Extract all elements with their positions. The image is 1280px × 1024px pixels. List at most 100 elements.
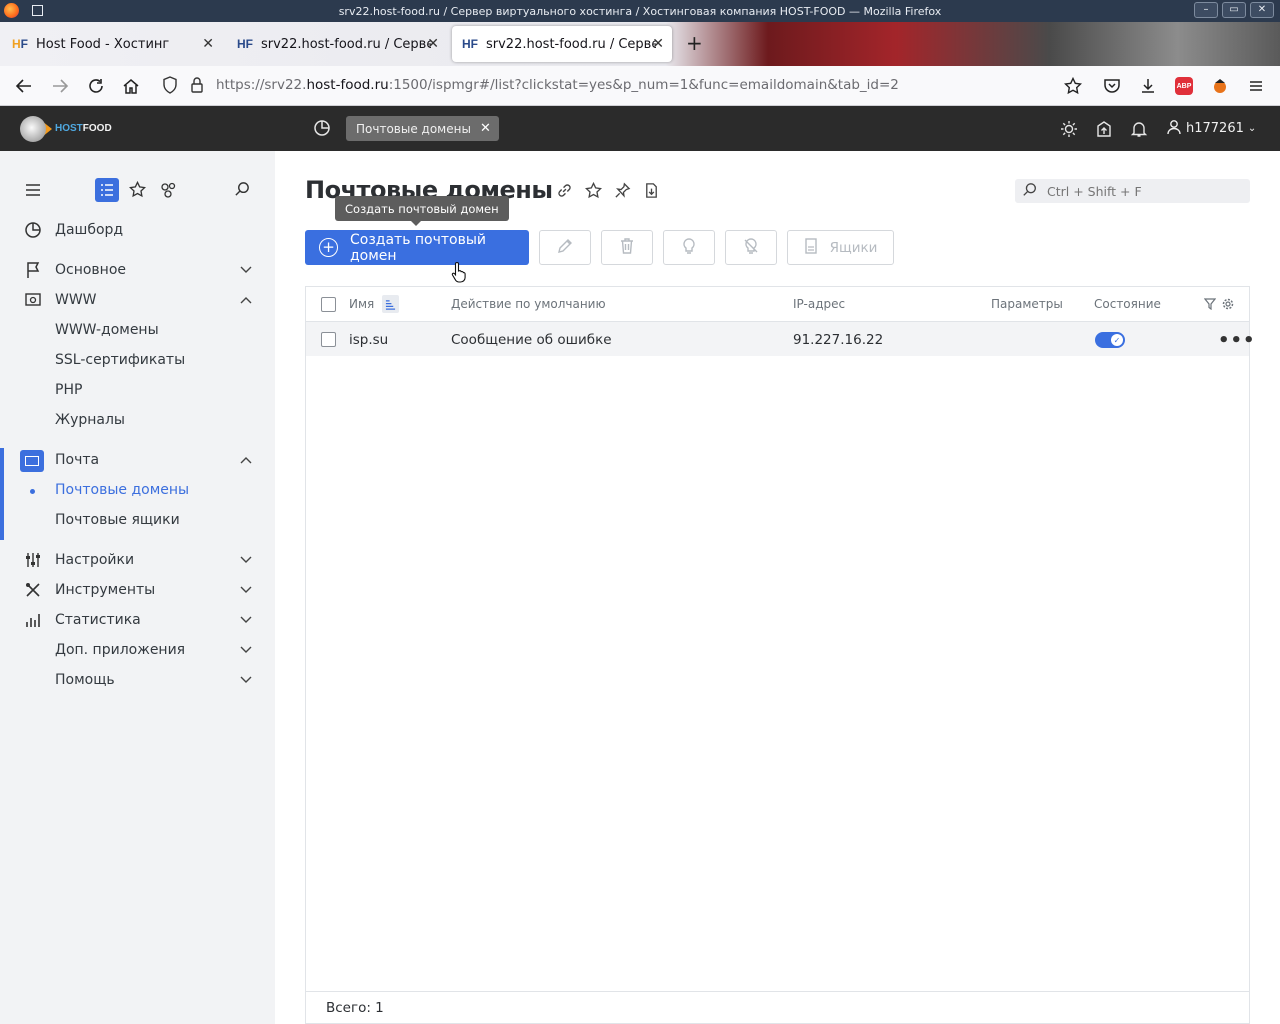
sidebar-item-tools[interactable]: Инструменты [0,575,275,605]
sidebar-subitem-mailboxes[interactable]: Почтовые ящики [55,505,180,535]
hamburger-menu-icon[interactable] [24,181,42,203]
notifications-bell-icon[interactable] [1130,106,1148,151]
maximize-button[interactable]: ▭ [1222,2,1246,18]
edit-button[interactable] [539,230,591,265]
cell-action: Сообщение об ошибке [451,331,612,348]
sidebar-item-statistics[interactable]: Статистика [0,605,275,635]
hostfood-favicon-icon: HF [12,37,29,51]
browser-tab[interactable]: HF srv22.host-food.ru / Сервер ✕ [227,26,447,62]
column-header-state[interactable]: Состояние [1094,287,1161,321]
row-checkbox[interactable] [321,332,336,347]
sidebar-item-help[interactable]: Помощь [0,665,275,695]
tracking-shield-icon[interactable] [162,76,178,98]
sidebar-item-mail[interactable]: Почта [0,445,275,475]
trash-icon [618,237,636,259]
disable-button[interactable] [725,230,777,265]
export-icon[interactable] [643,182,660,203]
column-header-params[interactable]: Параметры [991,287,1063,321]
enable-button[interactable] [663,230,715,265]
sidebar-item-extra-apps[interactable]: Доп. приложения [0,635,275,665]
pin-icon[interactable] [614,182,631,203]
lightbulb-off-icon [742,237,760,259]
sidebar-item-dashboard[interactable]: Дашборд [0,215,275,245]
url-bar[interactable]: https://srv22.host-food.ru:1500/ispmgr#/… [156,71,1096,101]
column-header-ip[interactable]: IP-адрес [793,287,845,321]
tab-close-icon[interactable]: ✕ [427,36,439,52]
hostfood-logo[interactable]: HOSTFOOD [20,116,112,142]
back-icon[interactable] [13,75,35,97]
column-header-name[interactable]: Имя [349,287,400,321]
sidebar-subitem-logs[interactable]: Журналы [55,405,125,435]
mailboxes-button[interactable]: Ящики [787,230,894,265]
reload-icon[interactable] [85,75,107,97]
pocket-icon[interactable] [1101,75,1123,97]
logo-disc-icon [20,116,46,142]
row-more-menu-icon[interactable]: ••• [1218,330,1256,351]
sliders-icon [22,549,44,571]
sidebar-subitem-ssl[interactable]: SSL-сертификаты [55,345,185,375]
chevron-down-icon [240,674,252,687]
minimize-button[interactable]: – [1194,2,1218,18]
bookmark-star-icon[interactable] [1062,75,1084,97]
lock-icon[interactable] [190,76,204,98]
sidebar-subitem-www-domains[interactable]: WWW-домены [55,315,159,345]
link-icon[interactable] [556,182,573,203]
sidebar-subitem-mail-domains[interactable]: Почтовые домены [55,475,189,505]
search-icon[interactable] [234,181,251,202]
sidebar-subitem-php[interactable]: PHP [55,375,82,405]
sidebar-item-settings[interactable]: Настройки [0,545,275,575]
user-menu[interactable]: h177261 ⌄ [1166,106,1256,151]
upload-icon[interactable] [1095,106,1113,151]
search-box[interactable] [1015,179,1250,203]
theme-sun-icon[interactable] [1060,106,1078,151]
new-tab-button[interactable]: + [686,31,703,55]
sort-icon[interactable] [382,295,400,313]
tab-close-icon[interactable]: ✕ [202,36,214,52]
hostfood-favicon-icon: HF [462,37,478,51]
active-dot [30,489,35,494]
tab-close-icon[interactable]: ✕ [652,36,664,52]
delete-button[interactable] [601,230,653,265]
browser-tab-strip: HF Host Food - Хостинг ✕ HF srv22.host-f… [0,22,1280,66]
mail-domains-table: Имя Действие по умолчанию IP-адрес Парам… [305,286,1255,1024]
select-all-checkbox[interactable] [321,297,336,312]
cell-name: isp.su [349,331,389,348]
extension-icon[interactable] [1209,75,1231,97]
favorite-star-icon[interactable] [584,181,603,203]
header-open-tab[interactable]: Почтовые домены ✕ [346,116,499,141]
plus-circle-icon: + [319,238,338,257]
sidebar-item-www[interactable]: WWW [0,285,275,315]
close-window-button[interactable]: ✕ [1250,2,1274,18]
state-toggle[interactable]: ✓ [1095,332,1125,348]
chevron-down-icon [240,554,252,567]
table-settings-gear-icon[interactable] [1222,287,1234,321]
www-gear-icon [22,289,44,311]
search-input[interactable] [1047,181,1237,201]
sidebar-item-main[interactable]: Основное [0,255,275,285]
window-menu-icon[interactable] [32,5,43,16]
list-view-icon[interactable] [95,178,119,202]
browser-tab[interactable]: HF Host Food - Хостинг ✕ [2,26,222,62]
header-tab-close-icon[interactable]: ✕ [480,121,491,136]
url-text[interactable]: https://srv22.host-food.ru:1500/ispmgr#/… [216,77,899,93]
downloads-icon[interactable] [1137,75,1159,97]
adblock-icon[interactable]: ABP [1175,77,1193,95]
chevron-down-icon [240,264,252,277]
menu-hamburger-icon[interactable] [1245,75,1267,97]
chevron-up-icon [240,454,252,467]
sidebar: Дашборд Основное WWW WWW-домены SSL-серт… [0,151,275,1024]
apps-bubbles-icon[interactable] [160,181,178,203]
check-icon: ✓ [1111,334,1123,346]
browser-navbar: https://srv22.host-food.ru:1500/ispmgr#/… [0,66,1280,106]
browser-tab-active[interactable]: HF srv22.host-food.ru / Сервер ✕ [452,26,672,62]
chevron-down-icon: ⌄ [1247,123,1257,134]
window-title: srv22.host-food.ru / Сервер виртуального… [338,4,942,18]
home-icon[interactable] [120,75,142,97]
forward-icon[interactable] [49,75,71,97]
favorites-star-icon[interactable] [128,180,147,202]
column-header-action[interactable]: Действие по умолчанию [451,287,606,321]
filter-icon[interactable] [1204,287,1216,321]
dashboard-icon[interactable] [313,119,333,139]
create-mail-domain-button[interactable]: + Создать почтовый домен [305,230,529,265]
table-row[interactable]: isp.su Сообщение об ошибке 91.227.16.22 … [306,321,1255,356]
